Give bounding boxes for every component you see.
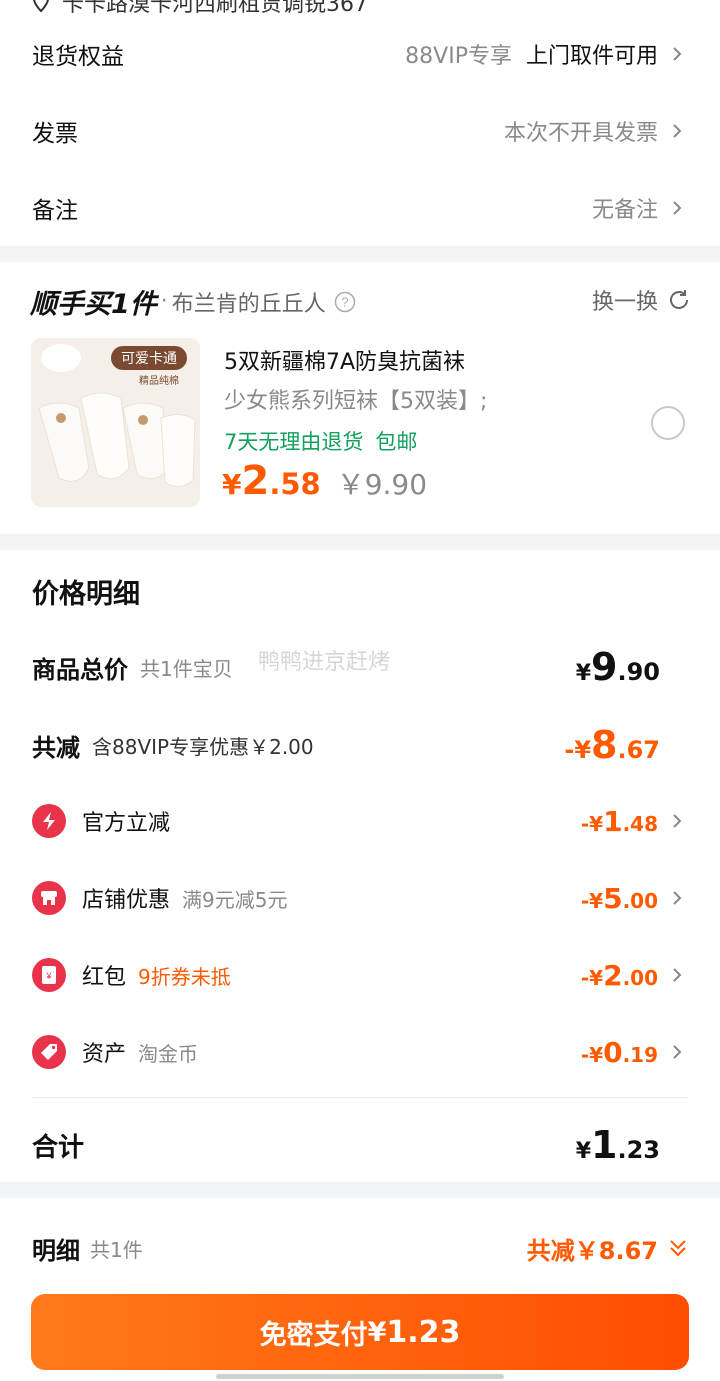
- sum-value: ¥ 1 .23: [575, 1123, 660, 1167]
- service-return: 7天无理由退货: [224, 430, 364, 454]
- footer-count: 共1件: [90, 1237, 143, 1262]
- svg-text:¥: ¥: [45, 971, 52, 981]
- total-reduce-row: 共减 含88VIP专享优惠￥2.00 -¥ 8 .67: [32, 722, 688, 768]
- sum-row: 合计 ¥ 1 .23: [32, 1122, 688, 1168]
- product-price: ¥ 2 .58 ￥9.90: [222, 458, 428, 504]
- invoice-row[interactable]: 发票 本次不开具发票: [32, 111, 688, 151]
- order-options-card: 卡卡路漠卡河西刷租赁调锐367 退货权益 88VIP专享 上门取件可用 发票 本…: [0, 0, 720, 246]
- original-price: ￥9.90: [336, 468, 428, 501]
- thumb-tag: 可爱卡通: [111, 346, 187, 370]
- return-benefit-value: 上门取件可用: [525, 44, 658, 69]
- discount-row-assets[interactable]: 资产 淘金币 -¥ 0 .19: [32, 1032, 688, 1072]
- svg-text:?: ?: [341, 294, 348, 309]
- invoice-label: 发票: [32, 121, 78, 147]
- pay-amount: 1.23: [386, 1314, 461, 1350]
- discount-label: 红包: [82, 965, 127, 990]
- pay-button[interactable]: 免密支付 ¥ 1.23: [31, 1294, 689, 1370]
- footer-detail-label: 明细: [32, 1236, 80, 1265]
- chevron-double-down-icon: [670, 1240, 686, 1257]
- help-icon[interactable]: ?: [334, 291, 356, 313]
- select-radio[interactable]: [651, 406, 685, 440]
- return-benefit-label: 退货权益: [32, 44, 124, 70]
- chevron-right-icon: [673, 47, 682, 61]
- sum-label: 合计: [32, 1132, 85, 1163]
- shop-icon: [32, 881, 66, 915]
- chevron-right-icon: [673, 891, 682, 905]
- discount-label: 店铺优惠: [82, 888, 171, 913]
- pay-currency: ¥: [367, 1316, 387, 1348]
- goods-total-label: 商品总价: [32, 655, 128, 684]
- thumb-sub: 精品纯棉: [139, 376, 179, 387]
- discount-label: 资产: [82, 1042, 127, 1067]
- chevron-right-icon: [673, 968, 682, 982]
- red-packet-icon: ¥: [32, 958, 66, 992]
- address-text: 卡卡路漠卡河西刷租赁调锐367: [62, 0, 368, 17]
- total-reduce-label: 共减: [32, 733, 80, 762]
- discount-sub: 满9元减5元: [182, 887, 288, 912]
- note-value: 无备注: [591, 198, 658, 223]
- product-thumbnail[interactable]: 可爱卡通 精品纯棉: [31, 338, 200, 507]
- footer-reduce: 共减￥8.67: [526, 1236, 658, 1265]
- switch-button[interactable]: 换一换: [592, 284, 692, 316]
- add-on-title: 顺手买1件: [30, 289, 157, 320]
- discount-row-official[interactable]: 官方立减 -¥ 1 .48: [32, 801, 688, 841]
- discount-sub: 淘金币: [138, 1041, 199, 1066]
- invoice-value: 本次不开具发票: [503, 121, 658, 146]
- shop-name: 布兰肯的丘丘人: [171, 291, 326, 317]
- chevron-right-icon: [673, 124, 682, 138]
- goods-total-row: 商品总价 共1件宝贝 ¥ 9 .90: [32, 644, 688, 690]
- chevron-right-icon: [673, 201, 682, 215]
- vip-tag: 88VIP专享: [405, 44, 512, 69]
- note-row[interactable]: 备注 无备注: [32, 188, 688, 228]
- goods-total-sub: 共1件宝贝: [140, 656, 233, 681]
- discount-row-shop[interactable]: 店铺优惠 满9元减5元 -¥ 5 .00: [32, 878, 688, 918]
- home-indicator: [216, 1374, 504, 1379]
- location-icon: [33, 0, 49, 13]
- lightning-icon: [32, 804, 66, 838]
- address-partial: 卡卡路漠卡河西刷租赁调锐367: [32, 0, 368, 18]
- total-reduce-value: -¥ 8 .67: [564, 723, 660, 767]
- total-reduce-sub: 含88VIP专享优惠￥2.00: [92, 734, 314, 759]
- chevron-right-icon: [673, 814, 682, 828]
- footer-detail-row[interactable]: 明细 共1件 共减￥8.67: [32, 1226, 688, 1270]
- price-detail-heading: 价格明细: [32, 579, 140, 610]
- discount-row-red-packet[interactable]: ¥ 红包 9折券未抵 -¥ 2 .00: [32, 955, 688, 995]
- tag-icon: [32, 1035, 66, 1069]
- product-title[interactable]: 5双新疆棉7A防臭抗菌袜: [224, 344, 465, 376]
- chevron-right-icon: [673, 1045, 682, 1059]
- return-benefit-row[interactable]: 退货权益 88VIP专享 上门取件可用: [32, 34, 688, 74]
- service-free-shipping: 包邮: [375, 430, 418, 454]
- pay-text: 免密支付: [259, 1319, 368, 1351]
- divider: [32, 1097, 688, 1098]
- discount-sub-orange: 9折券未抵: [138, 964, 231, 989]
- goods-total-value: ¥ 9 .90: [575, 645, 660, 689]
- discount-label: 官方立减: [82, 811, 171, 836]
- refresh-icon: [670, 290, 688, 309]
- product-spec: 少女熊系列短袜【5双装】;: [224, 389, 488, 414]
- note-label: 备注: [32, 198, 78, 224]
- separator-dot: ·: [160, 289, 168, 314]
- switch-label: 换一换: [591, 290, 658, 315]
